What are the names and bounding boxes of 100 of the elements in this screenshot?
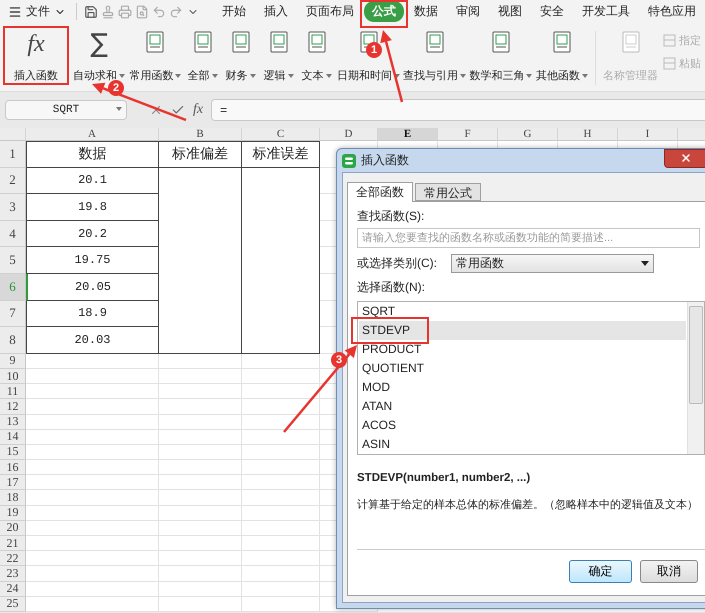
menu-tab[interactable]: 特色应用 <box>640 1 704 22</box>
column-header[interactable]: F <box>438 128 498 141</box>
function-book-icon <box>192 31 213 53</box>
formula-input[interactable]: = <box>211 99 705 121</box>
function-book-icon <box>490 31 511 53</box>
ribbon-tool-button[interactable]: fx 插入函数 <box>4 27 68 91</box>
dialog-button[interactable]: 取消 <box>640 560 698 583</box>
function-book-icon <box>145 31 166 53</box>
row-header[interactable]: 9 <box>0 354 26 369</box>
ribbon-tool-button[interactable]: 常用函数 <box>130 27 181 91</box>
ribbon-tool-button[interactable]: 财务 <box>224 27 257 91</box>
scrollbar[interactable] <box>687 302 704 454</box>
ribbon-tool-button[interactable]: 其他函数 <box>536 27 588 91</box>
table-cell: 20.05 <box>26 274 159 301</box>
function-list-item[interactable]: SQRT <box>359 302 686 321</box>
ribbon-tool-button[interactable]: 全部 <box>186 27 219 91</box>
function-list-item[interactable]: ASIN <box>359 435 686 454</box>
menu-tab[interactable]: 视图 <box>490 1 530 22</box>
function-icon: fx <box>27 31 45 57</box>
row-header[interactable]: 10 <box>0 368 26 384</box>
table-icon <box>663 34 676 47</box>
row-header[interactable]: 13 <box>0 414 26 430</box>
column-header[interactable]: E <box>378 128 438 141</box>
menu-tab[interactable]: 审阅 <box>448 1 488 22</box>
category-select[interactable]: 常用函数 <box>451 254 654 273</box>
table-cell: 20.2 <box>26 220 159 248</box>
function-book-icon <box>230 31 251 53</box>
ribbon-tool-button[interactable]: 逻辑 <box>262 27 295 91</box>
name-box[interactable]: SQRT <box>5 100 127 120</box>
ribbon-tool-button[interactable]: 文本 <box>300 27 333 91</box>
row-header[interactable]: 14 <box>0 430 26 445</box>
menu-tab[interactable]: 页面布局 <box>298 1 362 22</box>
ribbon-tool-button[interactable]: 数学和三角 <box>470 27 531 91</box>
row-header[interactable]: 17 <box>0 475 26 490</box>
function-list-item[interactable]: PRODUCT <box>359 340 686 359</box>
function-list-label: 选择函数(N): <box>357 279 426 296</box>
row-header[interactable]: 3 <box>0 194 26 221</box>
column-header[interactable]: A <box>26 128 159 141</box>
function-description: 计算基于给定的样本总体的标准偏差。（忽略样本中的逻辑值及文本） <box>357 498 699 512</box>
close-button[interactable] <box>664 148 705 168</box>
highlight-frame <box>3 26 69 85</box>
row-header[interactable]: 24 <box>0 582 26 597</box>
category-label: 或选择类别(C): <box>357 255 437 272</box>
row-header[interactable]: 18 <box>0 490 26 506</box>
table-cell: 标准误差 <box>242 141 320 168</box>
select-all-corner[interactable] <box>0 128 26 141</box>
dialog-title: 插入函数 <box>361 152 409 169</box>
row-header[interactable]: 4 <box>0 220 26 248</box>
dialog-button[interactable]: 确定 <box>569 560 632 583</box>
function-signature: STDEVP(number1, number2, ...) <box>357 472 532 484</box>
column-header[interactable]: C <box>242 128 320 141</box>
column-header[interactable]: G <box>498 128 558 141</box>
menu-tab[interactable]: 开始 <box>214 1 254 22</box>
row-header[interactable]: 25 <box>0 596 26 612</box>
menu-tab[interactable]: 开发工具 <box>574 1 638 22</box>
function-list-item[interactable]: MOD <box>359 378 686 397</box>
function-book-icon <box>552 31 572 53</box>
dialog-tab[interactable]: 全部函数 <box>347 182 413 202</box>
column-header[interactable]: I <box>618 128 678 141</box>
function-list-item[interactable]: ATAN <box>359 397 686 416</box>
menu-tab[interactable]: 安全 <box>532 1 572 22</box>
function-list-item[interactable]: QUOTIENT <box>359 359 686 378</box>
ribbon-tool-button[interactable]: 查找与引用 <box>404 27 465 91</box>
row-header[interactable]: 2 <box>0 168 26 194</box>
row-header[interactable]: 5 <box>0 247 26 274</box>
file-menu[interactable]: 文件 <box>8 3 77 20</box>
menu-tab[interactable]: 插入 <box>256 1 296 22</box>
sum-icon: ∑ <box>90 31 108 57</box>
function-list-item[interactable]: STDEVP <box>359 321 686 340</box>
row-header[interactable]: 8 <box>0 327 26 354</box>
row-header[interactable]: 16 <box>0 460 26 476</box>
dialog-tab[interactable]: 常用公式 <box>415 183 481 201</box>
row-header[interactable]: 23 <box>0 566 26 582</box>
column-header[interactable]: B <box>159 128 242 141</box>
highlight-frame <box>360 0 408 28</box>
function-list-item[interactable]: ACOS <box>359 416 686 435</box>
row-header[interactable]: 7 <box>0 300 26 328</box>
save-icon[interactable] <box>83 4 100 18</box>
row-header[interactable]: 15 <box>0 444 26 460</box>
row-header[interactable]: 12 <box>0 399 26 414</box>
column-header[interactable]: H <box>558 128 618 141</box>
print-icon[interactable] <box>116 4 134 18</box>
row-header[interactable]: 20 <box>0 520 26 536</box>
column-header[interactable]: D <box>320 128 378 141</box>
row-header[interactable]: 11 <box>0 384 26 400</box>
function-book-icon <box>306 31 327 53</box>
table-cell: 标准偏差 <box>159 141 242 168</box>
menu-tab[interactable]: 数据 <box>406 1 446 22</box>
row-header[interactable]: 21 <box>0 536 26 552</box>
cancel-icon[interactable] <box>149 103 163 117</box>
table-cell: 数据 <box>26 141 159 168</box>
function-book-icon <box>424 31 445 53</box>
row-header[interactable]: 1 <box>0 141 26 168</box>
insert-function-button[interactable]: fx <box>193 102 204 118</box>
table-cell: 20.1 <box>26 168 159 194</box>
row-header[interactable]: 22 <box>0 551 26 566</box>
search-label: 查找函数(S): <box>357 208 426 225</box>
row-header[interactable]: 19 <box>0 506 26 521</box>
search-field[interactable]: 请输入您要查找的函数名称或函数功能的简要描述... <box>357 228 700 248</box>
table-cell: 19.8 <box>26 194 159 221</box>
